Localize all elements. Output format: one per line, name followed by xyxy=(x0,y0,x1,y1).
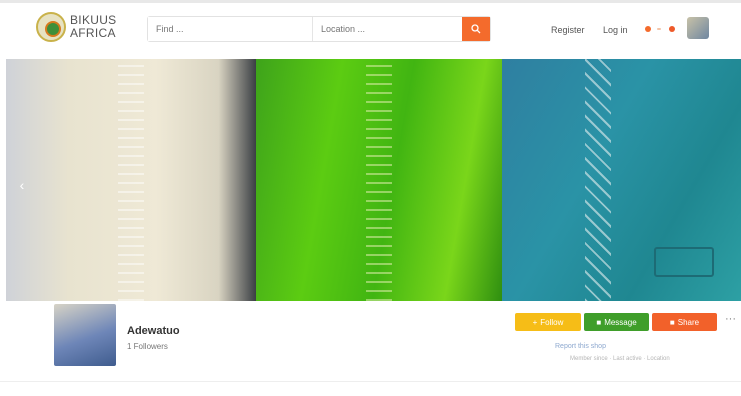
embroidery-pattern xyxy=(584,59,611,301)
logo[interactable]: BIKUUS AFRICA xyxy=(36,12,116,42)
banner-image-3 xyxy=(502,59,741,301)
register-link[interactable]: Register xyxy=(551,25,585,35)
banner-image-1: ‹ xyxy=(6,59,256,301)
logo-line-2: AFRICA xyxy=(70,26,116,40)
notification-icon[interactable] xyxy=(669,26,675,32)
message-button[interactable]: ■ Message xyxy=(584,313,649,331)
shop-meta: Member since · Last active · Location xyxy=(570,356,670,362)
banner-image-2 xyxy=(256,59,502,301)
search-button[interactable] xyxy=(462,17,490,41)
plus-icon: + xyxy=(532,317,538,327)
cover-banner: ‹ xyxy=(6,59,741,301)
divider xyxy=(0,381,741,382)
follow-button[interactable]: + Follow xyxy=(515,313,581,331)
embroidery-pattern xyxy=(366,59,392,301)
embroidery-pattern xyxy=(118,59,144,301)
shop-name: Adewatuo xyxy=(127,325,180,337)
search-icon xyxy=(471,24,481,34)
more-options-icon[interactable]: ··· xyxy=(725,313,736,325)
chat-icon: ■ xyxy=(596,317,602,327)
shop-avatar[interactable] xyxy=(54,304,116,366)
cart-icon[interactable] xyxy=(645,26,651,32)
share-icon: ■ xyxy=(669,317,675,327)
logo-icon xyxy=(36,12,66,42)
page: BIKUUS AFRICA Register Log in ‹ xyxy=(0,0,741,396)
share-button[interactable]: ■ Share xyxy=(652,313,717,331)
user-avatar[interactable] xyxy=(687,17,709,39)
logo-text: BIKUUS AFRICA xyxy=(70,14,116,40)
message-label: Message xyxy=(604,317,637,327)
follow-label: Follow xyxy=(540,317,564,327)
chevron-left-icon[interactable]: ‹ xyxy=(15,175,29,195)
report-link[interactable]: Report this shop xyxy=(555,343,606,350)
divider-icon xyxy=(657,28,661,30)
location-input[interactable] xyxy=(313,17,462,41)
header: BIKUUS AFRICA Register Log in xyxy=(0,0,741,52)
search-input[interactable] xyxy=(148,17,313,41)
share-label: Share xyxy=(677,317,700,327)
pocket-detail xyxy=(654,247,714,277)
search-bar xyxy=(147,16,491,42)
shop-followers: 1 Followers xyxy=(127,342,168,351)
login-link[interactable]: Log in xyxy=(603,25,628,35)
